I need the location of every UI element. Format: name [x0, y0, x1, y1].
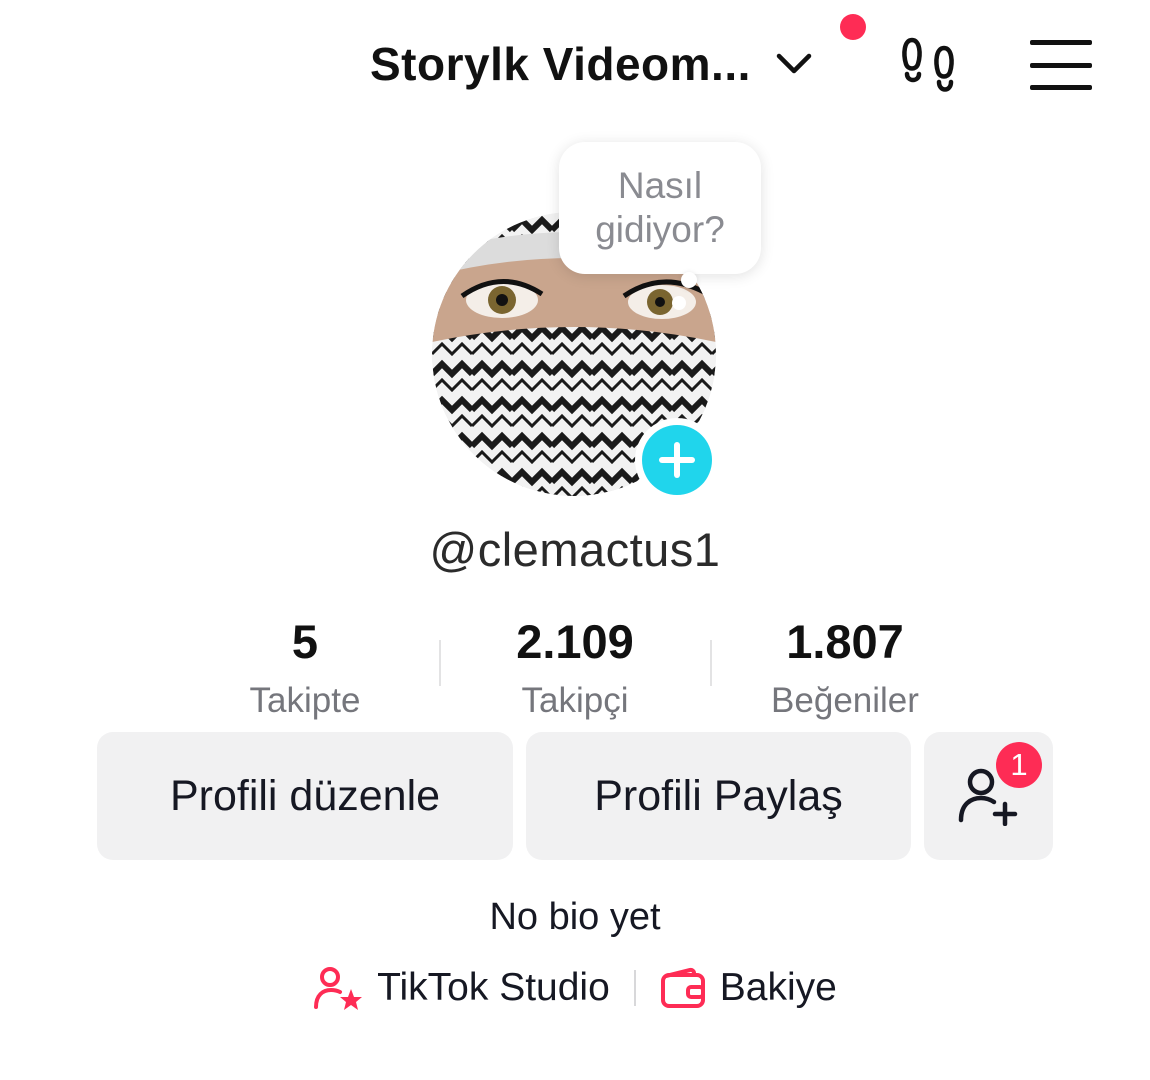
balance-label: Bakiye — [719, 966, 837, 1009]
hamburger-menu-icon[interactable] — [1030, 40, 1092, 90]
stat-label: Takipçi — [521, 681, 629, 720]
stat-value: 1.807 — [786, 615, 904, 668]
stat-value: 2.109 — [516, 615, 634, 668]
stat-divider — [710, 640, 712, 686]
bubble-tail-small — [672, 296, 686, 310]
bubble-text-line2: gidiyor? — [595, 209, 725, 250]
stat-divider — [439, 640, 441, 686]
tiktok-studio-label: TikTok Studio — [377, 966, 610, 1009]
friend-request-badge: 1 — [996, 742, 1042, 788]
notification-dot — [840, 14, 866, 40]
stat-value: 5 — [291, 615, 319, 668]
status-bubble[interactable]: Nasıl gidiyor? — [559, 142, 761, 274]
chevron-down-icon — [775, 45, 813, 83]
creator-star-icon — [314, 967, 363, 1010]
wallet-icon — [660, 967, 705, 1008]
balance-link[interactable]: Bakiye — [660, 966, 837, 1010]
bio-text[interactable]: No bio yet — [0, 896, 1150, 939]
share-profile-button[interactable]: Profili Paylaş — [526, 732, 911, 860]
tiktok-studio-link[interactable]: TikTok Studio — [313, 965, 610, 1011]
stat-likes[interactable]: 1.807 Beğeniler — [710, 612, 980, 722]
stat-followers[interactable]: 2.109 Takipçi — [440, 612, 710, 722]
stat-following[interactable]: 5 Takipte — [170, 612, 440, 722]
stat-label: Beğeniler — [771, 681, 919, 720]
profile-links: TikTok Studio Bakiye — [0, 965, 1150, 1011]
username: @clemactus1 — [429, 523, 721, 576]
edit-profile-button[interactable]: Profili düzenle — [97, 732, 513, 860]
account-name: Storylk Videom... — [370, 38, 751, 90]
stat-label: Takipte — [249, 681, 361, 720]
profile-header: Storylk Videom... — [0, 0, 1150, 130]
plus-icon — [659, 442, 695, 478]
footprints-icon[interactable] — [898, 34, 964, 98]
profile-stats: 5 Takipte 2.109 Takipçi 1.807 Beğeniler — [170, 612, 980, 722]
account-switcher[interactable]: Storylk Videom... — [370, 34, 813, 94]
add-story-button[interactable] — [635, 418, 719, 502]
bubble-tail — [681, 272, 697, 288]
bubble-text-line1: Nasıl — [617, 165, 703, 206]
link-divider — [633, 970, 636, 1006]
